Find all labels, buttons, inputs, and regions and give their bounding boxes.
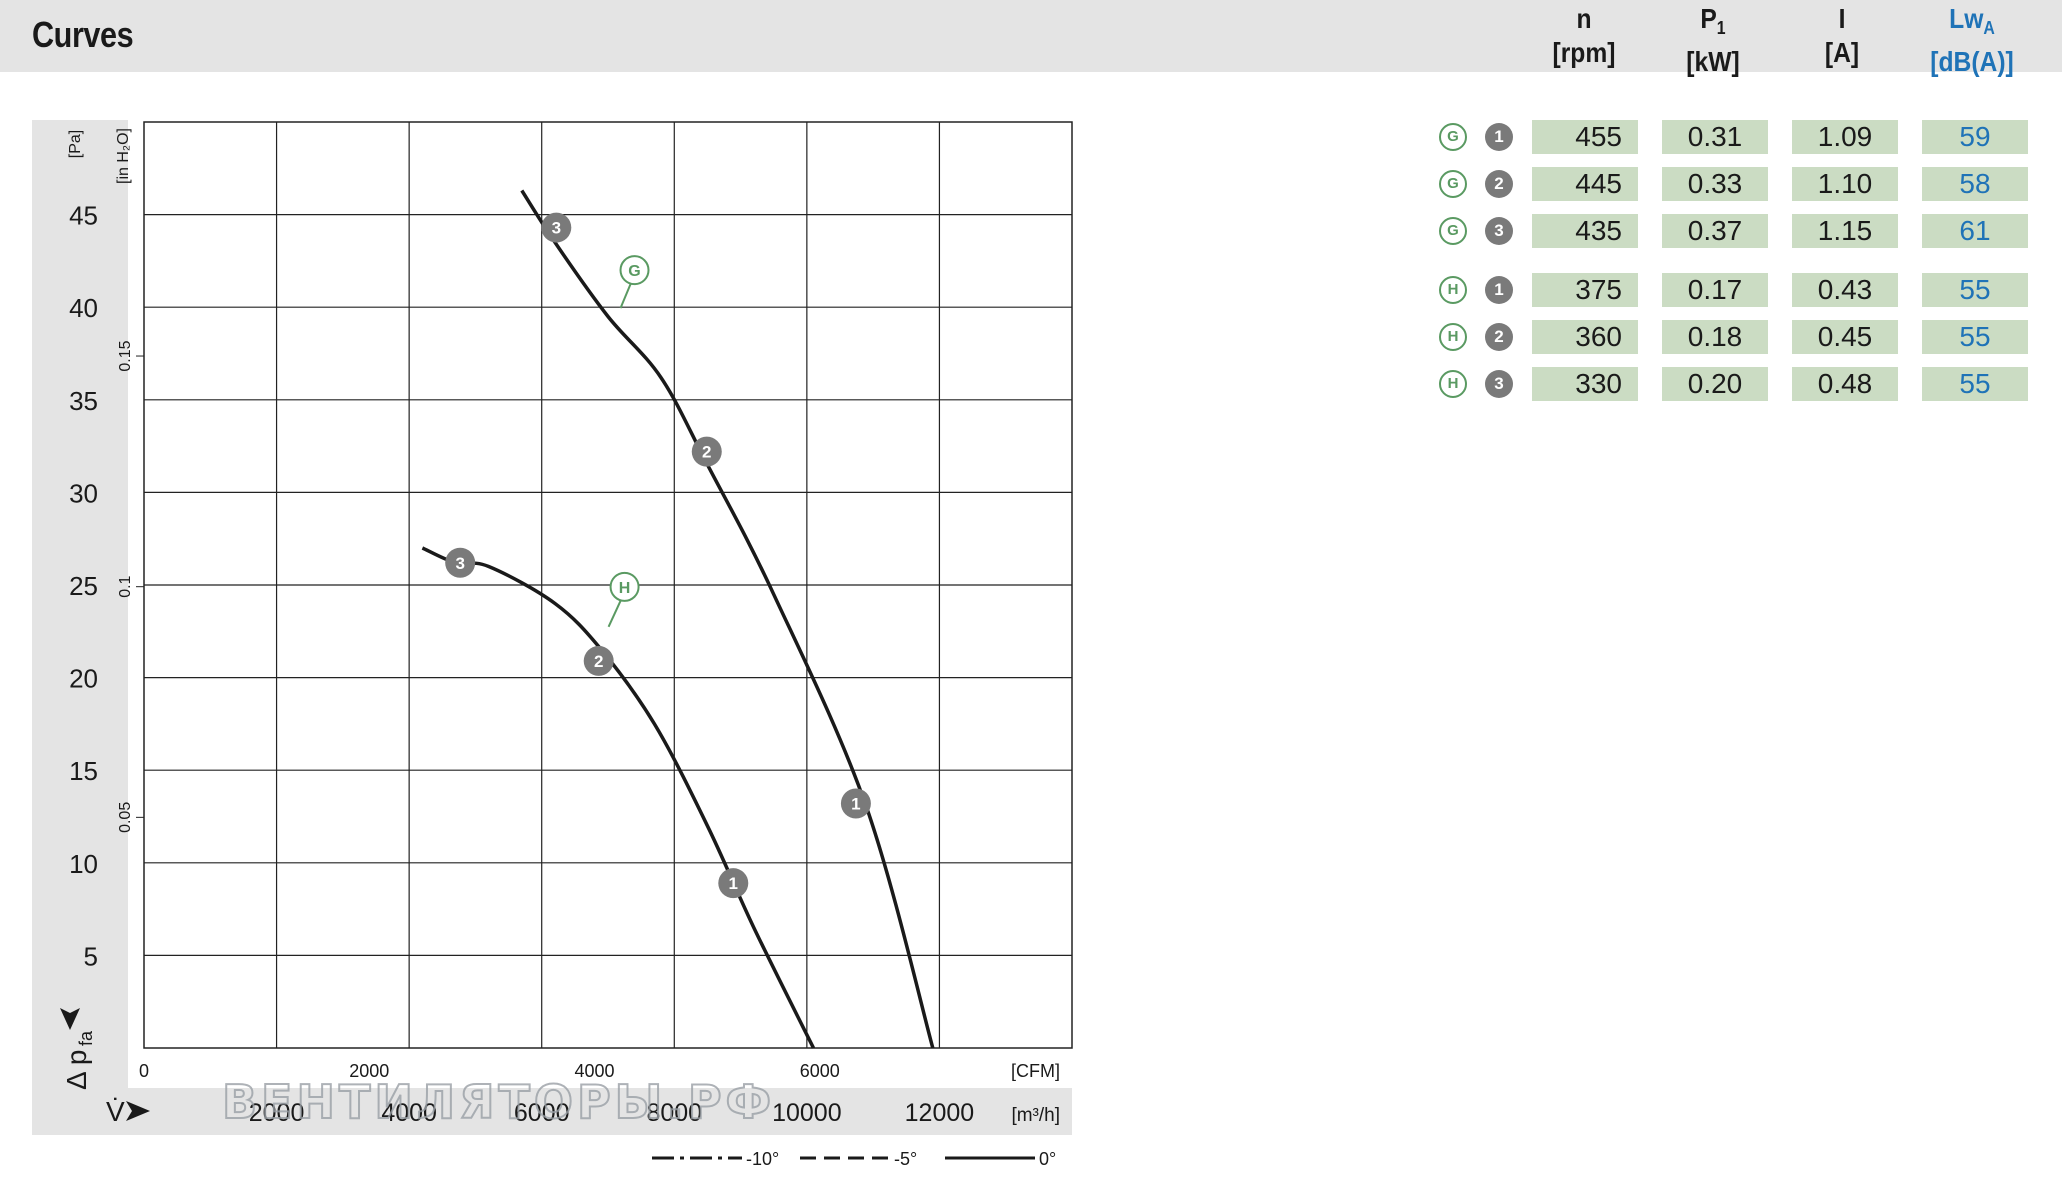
- y2-tick-label: 0.15: [117, 340, 134, 371]
- legend-label: 0°: [1039, 1149, 1056, 1169]
- x-tick-label: 10000: [772, 1099, 842, 1127]
- y-axis-symbol-subscript: fa: [76, 1030, 96, 1046]
- y-axis-band: [32, 120, 128, 1135]
- watermark: ВЕНТИЛЯТОРЫ.РФ: [222, 1075, 775, 1129]
- y2-unit-label: [in H₂O]: [115, 128, 132, 184]
- y-tick-label: 25: [69, 571, 98, 601]
- legend-label: -5°: [894, 1149, 917, 1169]
- y-tick-label: 10: [69, 849, 98, 879]
- y-axis-symbol: Δ p: [61, 1049, 92, 1090]
- operating-point-label: 2: [702, 443, 711, 462]
- y-tick-label: 45: [69, 201, 98, 231]
- y-tick-label: 35: [69, 386, 98, 416]
- y-tick-label: 40: [69, 293, 98, 323]
- x-axis-symbol: V̇: [106, 1096, 125, 1127]
- operating-point-label: 3: [552, 219, 561, 238]
- operating-point-label: 2: [594, 652, 603, 671]
- legend-label: -10°: [746, 1149, 779, 1169]
- curve-tag-label: H: [619, 580, 631, 597]
- y-tick-label: 30: [69, 478, 98, 508]
- operating-point-label: 1: [851, 795, 860, 814]
- y-tick-label: 20: [69, 664, 98, 694]
- operating-point-label: 1: [729, 874, 738, 893]
- x2-tick-label: 6000: [800, 1061, 840, 1081]
- curve-tag-label: G: [628, 263, 640, 280]
- x-tick-label: 12000: [905, 1099, 975, 1127]
- y-tick-label: 5: [84, 941, 98, 971]
- x-unit-label: [m³/h]: [1011, 1105, 1060, 1126]
- operating-point-label: 3: [455, 554, 464, 573]
- x2-unit-label: [CFM]: [1011, 1061, 1060, 1081]
- y2-tick-label: 0.05: [117, 802, 134, 833]
- x2-tick-label: 0: [139, 1061, 149, 1081]
- y-unit-label: [Pa]: [67, 130, 84, 158]
- y2-tick-label: 0.1: [117, 575, 134, 597]
- fan-curve-chart: 51015202530354045[Pa] [in H₂O]0.050.10.15…: [32, 120, 1073, 1169]
- y-tick-label: 15: [69, 756, 98, 786]
